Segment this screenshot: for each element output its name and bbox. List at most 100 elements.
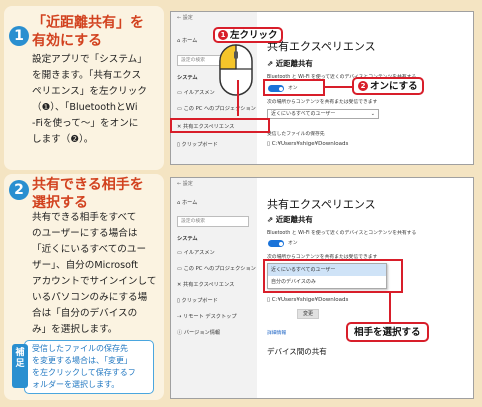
nearby-sharing-label: 近距離共有 xyxy=(275,59,313,68)
step1-body-line: します（❷）。 xyxy=(32,134,94,145)
sidebar-item-label: イルアスメン xyxy=(183,250,215,256)
step1-body-line: 設定アプリで「システム」 xyxy=(32,54,147,65)
bell-icon: ▭ xyxy=(177,90,182,96)
sidebar-item-home[interactable]: ⌂ ホーム xyxy=(177,200,197,207)
shared-experiences-highlight xyxy=(170,118,270,133)
step1-title-line2: 有効にする xyxy=(32,33,103,49)
bell-icon: ▭ xyxy=(177,250,182,256)
callout-text: 左クリック xyxy=(230,30,278,41)
sidebar-item-home[interactable]: ⌂ ホーム xyxy=(177,38,197,45)
folder-icon: ▯ xyxy=(267,141,271,147)
save-location-path: ▯ C:¥Users¥shige¥Downloads xyxy=(267,141,348,148)
sidebar-item-remote-desktop[interactable]: ⇢ リモート デスクトップ xyxy=(177,314,237,321)
save-path-text: C:¥Users¥shige¥Downloads xyxy=(271,297,349,303)
projector-icon: ▭ xyxy=(177,266,182,272)
note-line: を変更する場合は、「変更」 xyxy=(32,356,132,365)
sidebar-item-label: バージョン情報 xyxy=(183,330,221,336)
options-highlight xyxy=(263,259,403,293)
sidebar-item-clipboard[interactable]: ▯ クリップボード xyxy=(177,142,218,149)
sidebar-item-about[interactable]: ⓘ バージョン情報 xyxy=(177,330,220,337)
callout-text: 相手を選択する xyxy=(354,327,421,338)
save-path-text: C:¥Users¥shige¥Downloads xyxy=(271,141,349,147)
note-line: を左クリックして保存するフ xyxy=(32,368,136,377)
dropdown-value: 近くにいるすべてのユーザー xyxy=(271,111,336,117)
sidebar-item-label: 共有エクスペリエンス xyxy=(183,282,235,288)
page-title: 共有エクスペリエンス xyxy=(267,40,376,53)
toggle-highlight xyxy=(263,79,325,96)
sidebar-item-label: イルアスメン xyxy=(183,90,215,96)
nearby-share-icon: ⇗ xyxy=(267,215,274,224)
nearby-sharing-heading: ⇗ 近距離共有 xyxy=(267,216,313,223)
share-icon: ✕ xyxy=(177,282,182,288)
sidebar-item-shared-experiences[interactable]: ✕ 共有エクスペリエンス xyxy=(177,282,234,289)
change-button[interactable]: 変更 xyxy=(297,309,319,319)
step2-number: 2 xyxy=(9,180,29,200)
step2-body-line: み」を選択します。 xyxy=(32,324,118,335)
chevron-down-icon: ⌄ xyxy=(370,111,375,117)
save-location-path: ▯ C:¥Users¥shige¥Downloads xyxy=(267,297,348,304)
projector-icon: ▭ xyxy=(177,106,182,112)
remote-desktop-icon: ⇢ xyxy=(177,314,182,320)
window-titlebar: ← 設定 xyxy=(177,15,193,21)
callout-number: 2 xyxy=(358,81,368,91)
info-icon: ⓘ xyxy=(177,330,183,336)
sidebar-item-projection[interactable]: ▭ この PC へのプロジェクション xyxy=(177,266,256,273)
callout-left-click: 1 左クリック xyxy=(213,27,283,43)
step1-body-line: ペリエンス」を左クリック xyxy=(32,86,147,97)
share-with-dropdown[interactable]: 近くにいるすべてのユーザー ⌄ xyxy=(267,109,379,119)
step1-body: 設定アプリで「システム」 を開きます。「共有エクス ペリエンス」を左クリック （… xyxy=(32,52,160,148)
callout-select-target: 相手を選択する xyxy=(346,322,429,342)
step2-body-line: 共有できる相手をすべて xyxy=(32,212,137,223)
step2-body-line: 「近くにいるすべてのユー xyxy=(32,244,147,255)
window-titlebar: ← 設定 xyxy=(177,181,193,187)
step1-body-line: を開きます。「共有エクス xyxy=(32,70,142,81)
step1-title-line1: 「近距離共有」を xyxy=(32,15,144,31)
nearby-sharing-label: 近距離共有 xyxy=(275,215,313,224)
change-label: 変更 xyxy=(302,311,313,317)
nearby-sharing-heading: ⇗ 近距離共有 xyxy=(267,60,313,67)
sidebar-item-label: リモート デスクトップ xyxy=(183,314,237,320)
step2-title-line1: 共有できる相手を xyxy=(32,177,144,193)
home-label: ホーム xyxy=(181,200,198,206)
supplement-text: 受信したファイルの保存先 を変更する場合は、「変更」 を左クリックして保存するフ… xyxy=(32,343,154,391)
cross-device-heading: デバイス間の共有 xyxy=(267,347,327,356)
step2-body: 共有できる相手をすべて のユーザーにする場合は 「近くにいるすべてのユー ザー」… xyxy=(32,210,162,338)
clipboard-icon: ▯ xyxy=(177,142,180,148)
step2-body-line: のユーザーにする場合は xyxy=(32,228,138,239)
step2-body-line: いるパソコンのみにする場 xyxy=(32,292,148,303)
sidebar-section-system: システム xyxy=(177,236,198,242)
step1-body-line: -Fiを使って〜」をオンに xyxy=(32,118,139,129)
nearby-share-icon: ⇗ xyxy=(267,59,274,68)
sidebar-item-label: この PC へのプロジェクション xyxy=(183,266,256,272)
clipboard-icon: ▯ xyxy=(177,298,180,304)
supplement-tag: 補足 xyxy=(12,344,28,388)
sidebar-item-notifications[interactable]: ▭ イルアスメン xyxy=(177,90,215,97)
sidebar-section-system: システム xyxy=(177,75,198,81)
nearby-sharing-desc: Bluetooth と Wi-Fi を使って近くのデバイスとコンテンツを共有する xyxy=(267,231,417,236)
callout-turn-on: 2 オンにする xyxy=(352,77,424,95)
folder-icon: ▯ xyxy=(267,297,271,303)
details-link[interactable]: 詳細情報 xyxy=(267,330,286,337)
home-label: ホーム xyxy=(181,38,198,44)
callout-text: オンにする xyxy=(370,81,418,92)
sidebar-item-label: クリップボード xyxy=(181,298,218,304)
callout-number: 1 xyxy=(218,30,228,40)
step1-body-line: （❶）、「BluetoothとWi xyxy=(32,102,138,113)
save-location-label: 受信したファイルの保存先 xyxy=(267,132,325,137)
step2-body-line: アカウントでサインインして xyxy=(32,276,157,287)
home-icon: ⌂ xyxy=(177,38,181,44)
page-title: 共有エクスペリエンス xyxy=(267,198,376,211)
share-with-label: 次の場所からコンテンツを共有または受信できます xyxy=(267,100,378,105)
step2-body-line: 合は「自分のデバイスの xyxy=(32,308,138,319)
sidebar-item-notifications[interactable]: ▭ イルアスメン xyxy=(177,250,215,257)
callout1-arrow xyxy=(237,80,239,116)
note-line: 受信したファイルの保存先 xyxy=(32,344,128,353)
sidebar-item-clipboard[interactable]: ▯ クリップボード xyxy=(177,298,218,305)
callout2-connector xyxy=(325,86,355,88)
nearby-sharing-toggle[interactable] xyxy=(268,240,284,247)
toggle-state-label: オン xyxy=(288,241,298,246)
settings-search-input[interactable]: 設定の検索 xyxy=(177,216,249,227)
home-icon: ⌂ xyxy=(177,200,181,206)
step1-number: 1 xyxy=(9,26,29,46)
sidebar-item-label: クリップボード xyxy=(181,142,218,148)
